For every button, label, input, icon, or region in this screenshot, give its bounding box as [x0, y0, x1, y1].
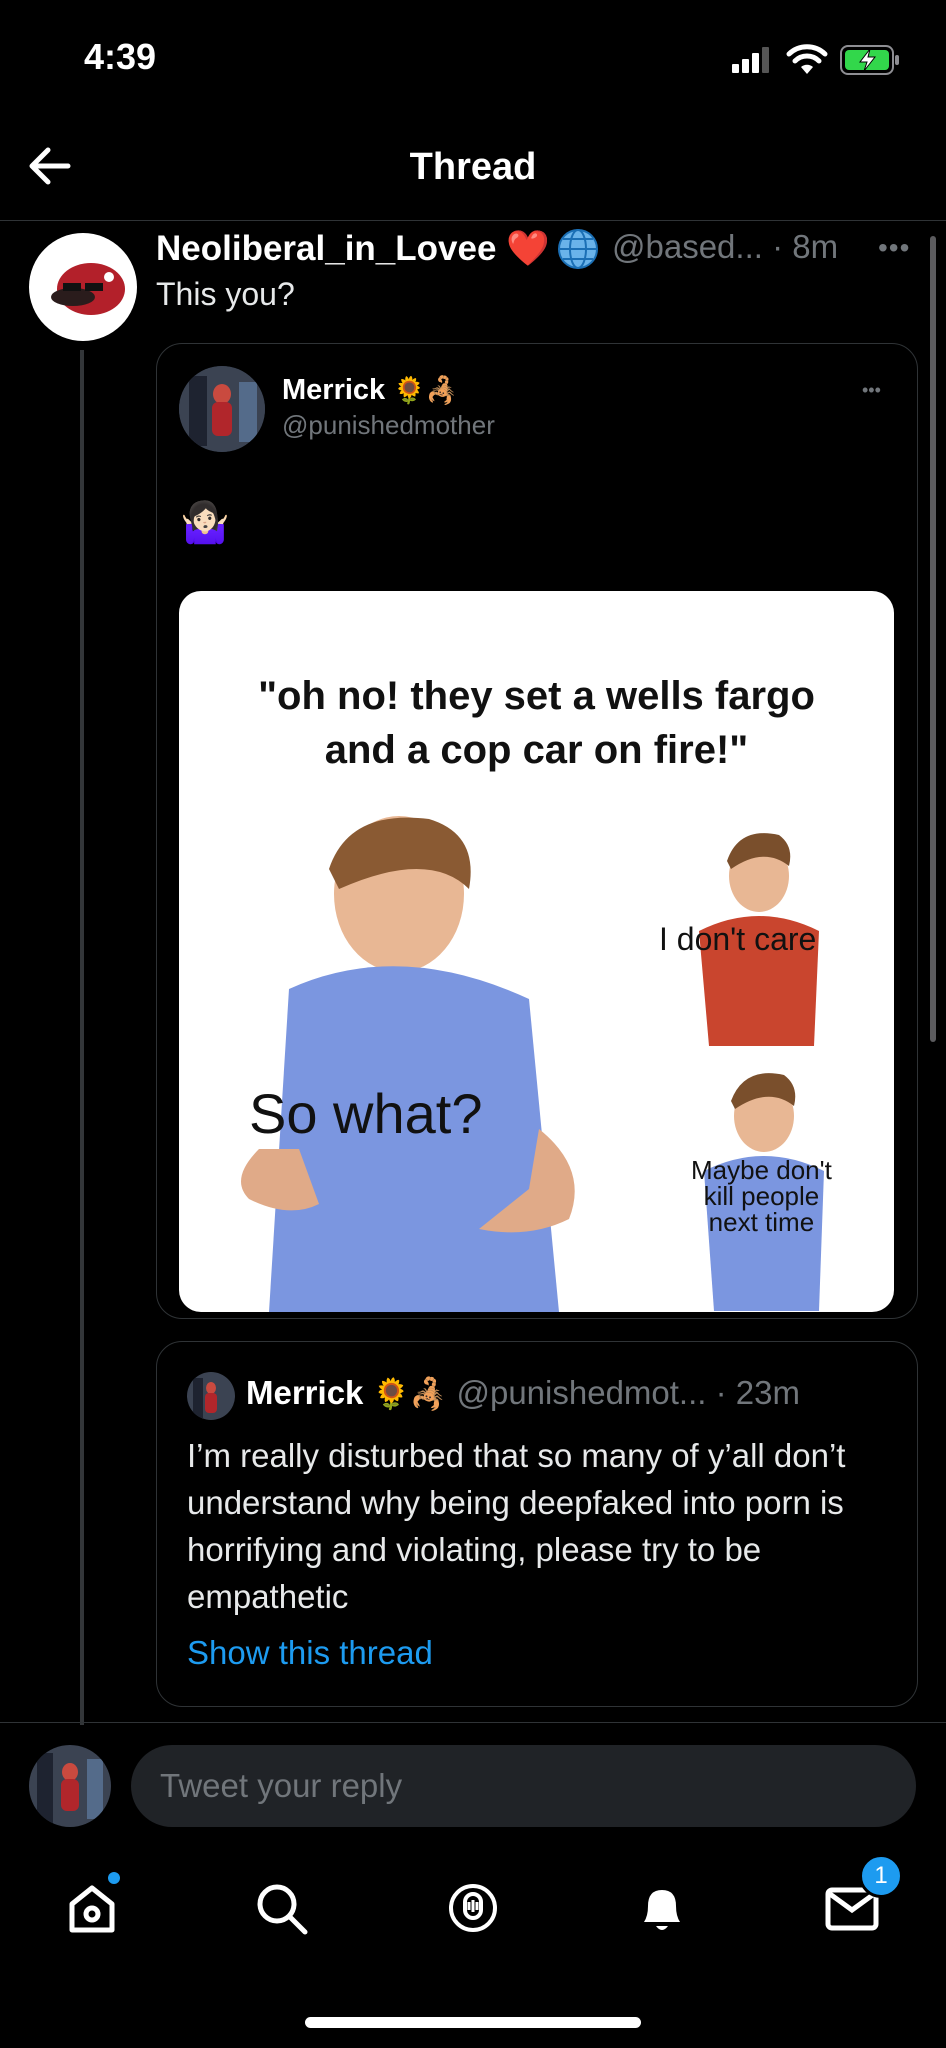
spaces-tab[interactable] — [445, 1880, 501, 1936]
quoted-avatar-2[interactable] — [187, 1372, 235, 1420]
meme-label-maybe: Maybe don't kill people next time — [691, 1155, 832, 1237]
search-tab[interactable] — [253, 1880, 309, 1936]
globe-icon — [557, 228, 599, 275]
show-thread-link[interactable]: Show this thread — [187, 1634, 433, 1672]
more-options-icon[interactable]: ••• — [878, 232, 910, 264]
quoted-author-handle: @punishedmother — [282, 410, 495, 440]
spaces-icon — [449, 1884, 497, 1932]
quoted-2-emoji: 🌻🦂 — [372, 1378, 448, 1411]
reply-divider — [0, 1722, 946, 1723]
author-handle: @based... — [612, 228, 763, 265]
meme-figure-main — [241, 816, 575, 1312]
my-avatar[interactable] — [29, 1745, 111, 1827]
sunflower-scorpion-emoji: 🌻🦂 — [393, 375, 458, 405]
quoted-avatar[interactable] — [179, 366, 265, 452]
quoted-more-options-icon[interactable]: ••• — [862, 380, 881, 401]
reply-placeholder: Tweet your reply — [160, 1767, 403, 1804]
author-avatar[interactable] — [29, 233, 137, 341]
scrollbar[interactable] — [930, 236, 936, 1042]
meme-image[interactable]: "oh no! they set a wells fargo and a cop… — [179, 591, 894, 1312]
home-tab[interactable] — [64, 1872, 120, 1936]
bell-icon — [644, 1890, 680, 1930]
meme-caption: "oh no! they set a wells fargo and a cop… — [258, 674, 815, 772]
notifications-tab[interactable] — [634, 1880, 690, 1936]
home-icon — [69, 1885, 115, 1933]
wifi-icon — [786, 44, 828, 81]
page-title: Thread — [409, 146, 537, 188]
tweet-time: · 8m — [772, 228, 839, 265]
meme-label-so-what: So what? — [249, 1082, 483, 1145]
shrug-emoji: 🤷🏻‍♀️ — [180, 501, 230, 545]
home-notification-dot — [108, 1872, 120, 1884]
battery-charging-icon — [840, 45, 902, 80]
quoted-2-header: Merrick 🌻🦂 @punishedmot... · 23m — [246, 1374, 800, 1412]
quoted-2-author-name: Merrick — [246, 1374, 364, 1411]
quoted-2-time: · 23m — [715, 1374, 800, 1411]
author-name[interactable]: Neoliberal_in_Lovee ❤️ — [156, 228, 550, 269]
quoted-author-name[interactable]: Merrick 🌻🦂 — [282, 374, 458, 407]
home-indicator — [305, 2017, 641, 2028]
quoted-2-handle: @punishedmot... — [456, 1374, 707, 1411]
messages-badge: 1 — [859, 1854, 903, 1898]
messages-tab[interactable]: 1 — [824, 1854, 903, 1936]
cellular-signal-icon — [732, 47, 772, 73]
heart-emoji: ❤️ — [506, 229, 550, 268]
search-icon — [257, 1884, 308, 1935]
tweet-meta: @based... · 8m — [612, 228, 838, 266]
meme-label-dont-care: I don't care — [659, 921, 817, 957]
nav-divider — [0, 220, 946, 221]
tweet-text: This you? — [156, 276, 295, 312]
thread-connector-line — [80, 350, 84, 1725]
status-time: 4:39 — [84, 36, 157, 77]
quoted-2-text: I’m really disturbed that so many of y’a… — [187, 1437, 846, 1615]
